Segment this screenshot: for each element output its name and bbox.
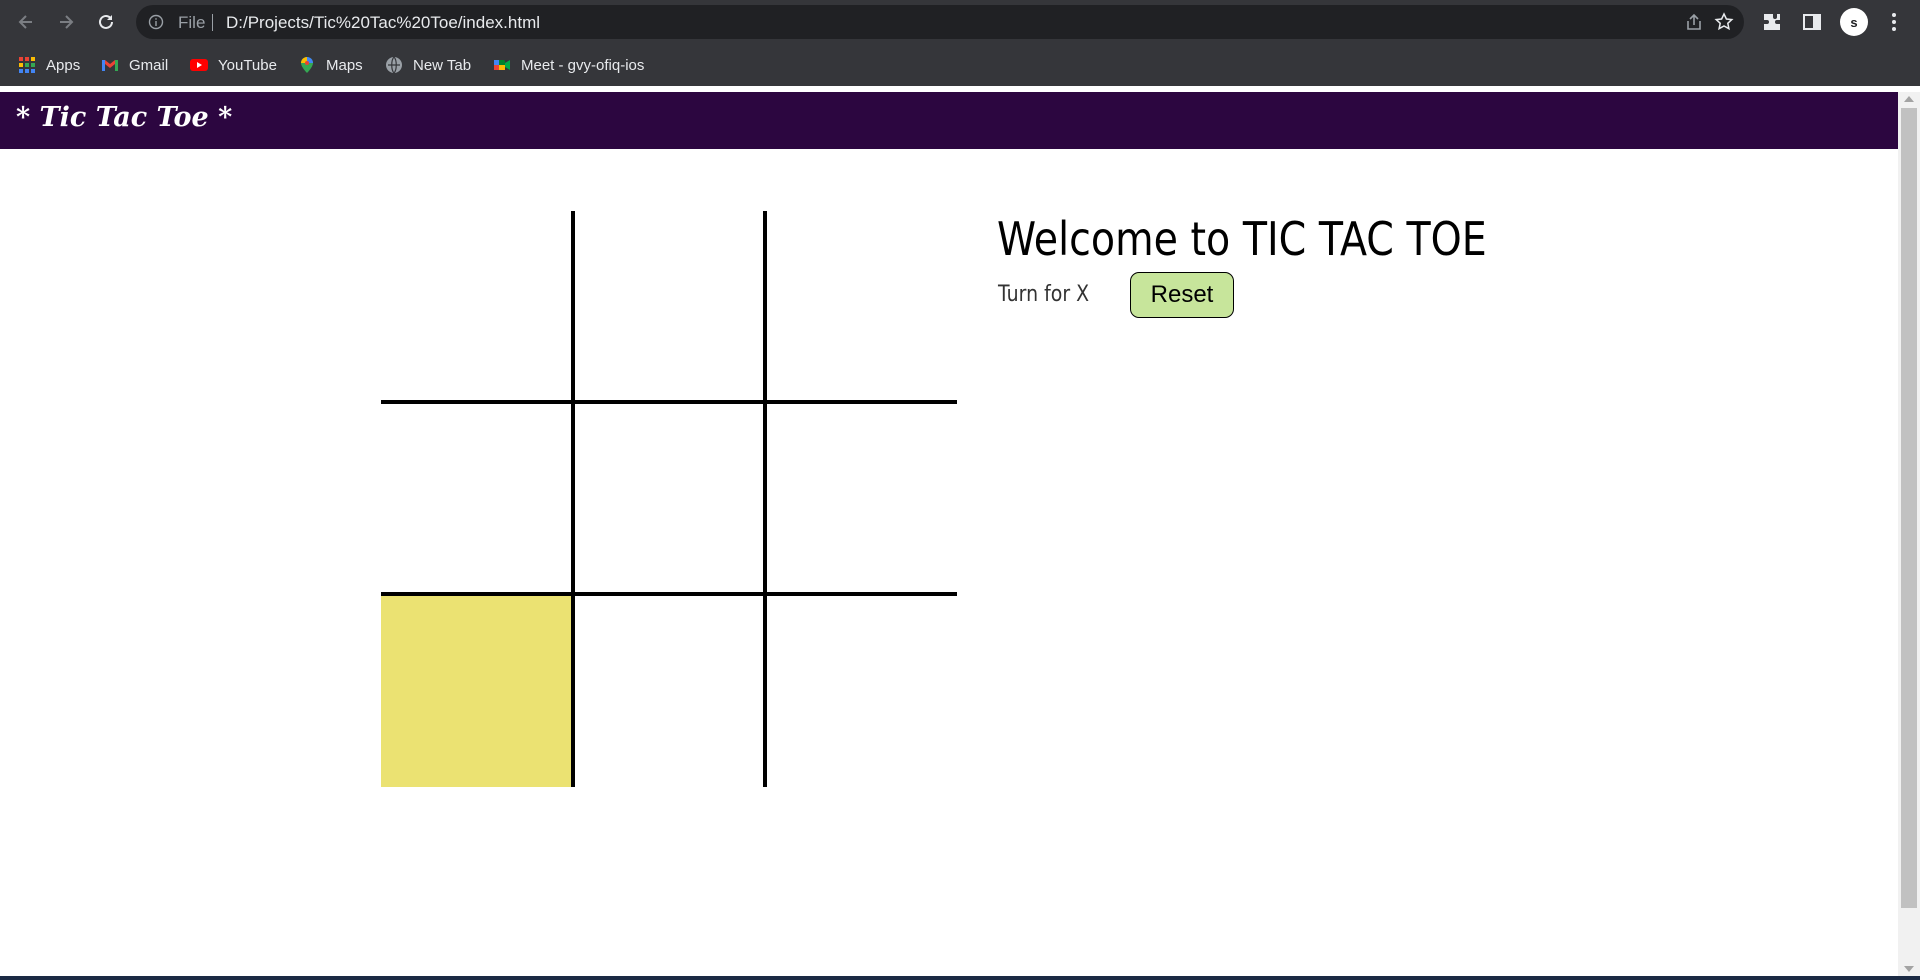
game-board [381,211,957,787]
share-icon[interactable] [1684,12,1704,32]
bookmark-label: Maps [326,56,363,74]
board-cell[interactable] [765,403,957,595]
grid-line-horizontal [381,400,957,404]
board-cell[interactable] [573,595,765,787]
site-title: * Tic Tac Toe * [16,102,233,133]
reload-icon [99,14,113,29]
board-cell[interactable] [765,595,957,787]
bookmark-label: YouTube [218,56,277,74]
bookmark-gmail[interactable]: Gmail [101,52,168,78]
browser-toolbar: File D:/Projects/Tic%20Tac%20Toe/index.h… [0,0,1920,44]
grid-line-vertical [763,211,767,787]
url-separator [212,14,213,31]
scroll-down-arrow-icon[interactable] [1903,964,1915,974]
url-text[interactable]: D:/Projects/Tic%20Tac%20Toe/index.html [226,13,540,33]
grid-line-horizontal [381,592,957,596]
forward-button[interactable] [52,8,80,36]
gmail-icon [102,60,118,71]
board-cell[interactable] [381,403,573,595]
reset-button[interactable]: Reset [1130,272,1234,318]
bookmark-maps[interactable]: Maps [298,52,363,78]
board-cell[interactable] [573,211,765,403]
window-bottom-edge [0,976,1920,980]
board-cell[interactable] [765,211,957,403]
welcome-heading: Welcome to TIC TAC TOE [997,212,1487,266]
globe-icon [386,56,402,74]
address-bar[interactable]: File D:/Projects/Tic%20Tac%20Toe/index.h… [136,5,1744,39]
profile-avatar[interactable]: s [1840,8,1868,36]
maps-icon [301,57,313,73]
side-panel-icon[interactable] [1800,10,1824,34]
bookmarks-bar: Apps Gmail YouTube Maps New Tab Meet - g… [0,44,1920,86]
bookmark-new-tab[interactable]: New Tab [385,52,471,78]
bookmark-star-icon[interactable] [1714,12,1734,32]
site-header: * Tic Tac Toe * [0,92,1898,149]
back-arrow-icon [18,15,32,29]
meet-icon [494,60,510,70]
forward-arrow-icon [60,15,74,29]
bookmark-apps[interactable]: Apps [18,52,80,78]
bookmark-label: Apps [46,56,81,74]
scroll-up-arrow-icon[interactable] [1903,94,1915,104]
bookmark-youtube[interactable]: YouTube [190,52,277,78]
bookmark-label: Gmail [129,56,169,74]
board-cell[interactable] [573,403,765,595]
turn-indicator: Turn for X [998,282,1090,307]
info-icon[interactable] [148,14,164,30]
scrollbar-thumb[interactable] [1901,108,1917,908]
apps-grid-icon [19,57,35,73]
url-scheme-label: File [178,13,206,32]
bookmark-meet[interactable]: Meet - gvy-ofiq-ios [493,52,644,78]
board-cell[interactable] [381,211,573,403]
bookmark-label: Meet - gvy-ofiq-ios [521,56,645,74]
back-button[interactable] [12,8,40,36]
bookmark-label: New Tab [413,56,472,74]
kebab-menu-icon[interactable] [1882,10,1906,34]
board-cell[interactable] [381,595,573,787]
youtube-icon [190,59,208,71]
extensions-puzzle-icon[interactable] [1760,10,1784,34]
reload-button[interactable] [92,8,120,36]
grid-line-vertical [571,211,575,787]
